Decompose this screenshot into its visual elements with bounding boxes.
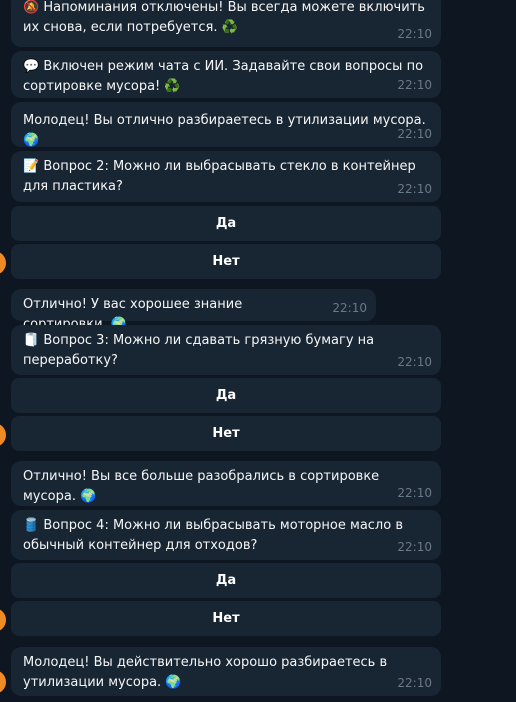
message-text: Отлично! Вы все больше разобрались в сор… (23, 469, 380, 504)
message-time: 22:10 (397, 486, 432, 500)
answer-yes-button[interactable]: Да (11, 206, 441, 241)
message-time: 22:10 (397, 182, 432, 196)
answer-yes-button[interactable]: Да (11, 563, 441, 598)
message-text: 💬 Включен режим чата с ИИ. Задавайте сво… (23, 59, 424, 94)
bot-avatar (0, 251, 6, 275)
answer-yes-button[interactable]: Да (11, 378, 441, 413)
memo-icon: 📝 (23, 159, 40, 174)
answer-no-button[interactable]: Нет (11, 416, 441, 451)
message-time: 22:10 (397, 540, 432, 554)
answer-no-button[interactable]: Нет (11, 244, 441, 279)
chat-history[interactable]: 🔕 Напоминания отключены! Вы всегда может… (0, 0, 516, 702)
speech-bubble-icon: 💬 (23, 59, 40, 74)
oil-drum-icon: 🛢️ (23, 518, 40, 533)
bot-message-feedback: Отлично! Вы все больше разобрались в сор… (11, 461, 441, 506)
message-text: 🔕 Напоминания отключены! Вы всегда может… (23, 0, 425, 35)
bot-message-question-3: 🧻 Вопрос 3: Можно ли сдавать грязную бум… (11, 325, 441, 375)
message-time: 22:10 (332, 301, 367, 315)
message-text: 📝 Вопрос 2: Можно ли выбрасывать стекло … (23, 159, 416, 194)
bot-message-reminders-off: 🔕 Напоминания отключены! Вы всегда может… (11, 0, 441, 47)
bot-message-ai-chat-mode: 💬 Включен режим чата с ИИ. Задавайте сво… (11, 51, 441, 98)
bot-avatar (0, 670, 6, 694)
bot-message-feedback: Отлично! У вас хорошее знание сортировки… (11, 289, 376, 332)
message-text: 🧻 Вопрос 3: Можно ли сдавать грязную бум… (23, 333, 375, 368)
message-text: Молодец! Вы действительно хорошо разбира… (23, 655, 388, 690)
message-time: 22:10 (397, 27, 432, 41)
message-time: 22:10 (397, 676, 432, 690)
bot-message-feedback: Молодец! Вы действительно хорошо разбира… (11, 647, 441, 696)
paper-roll-icon: 🧻 (23, 333, 40, 348)
bot-message-feedback: Молодец! Вы отлично разбираетесь в утили… (11, 102, 441, 148)
message-time: 22:10 (397, 78, 432, 92)
bot-message-question-2: 📝 Вопрос 2: Можно ли выбрасывать стекло … (11, 151, 441, 202)
message-text: 🛢️ Вопрос 4: Можно ли выбрасывать моторн… (23, 518, 403, 553)
message-time: 22:10 (397, 127, 432, 141)
message-time: 22:10 (397, 355, 432, 369)
bot-avatar (0, 423, 6, 447)
answer-no-button[interactable]: Нет (11, 601, 441, 636)
muted-bell-icon: 🔕 (23, 0, 40, 15)
bot-avatar (0, 608, 6, 632)
message-text: Молодец! Вы отлично разбираетесь в утили… (23, 113, 426, 148)
bot-message-question-4: 🛢️ Вопрос 4: Можно ли выбрасывать моторн… (11, 510, 441, 560)
